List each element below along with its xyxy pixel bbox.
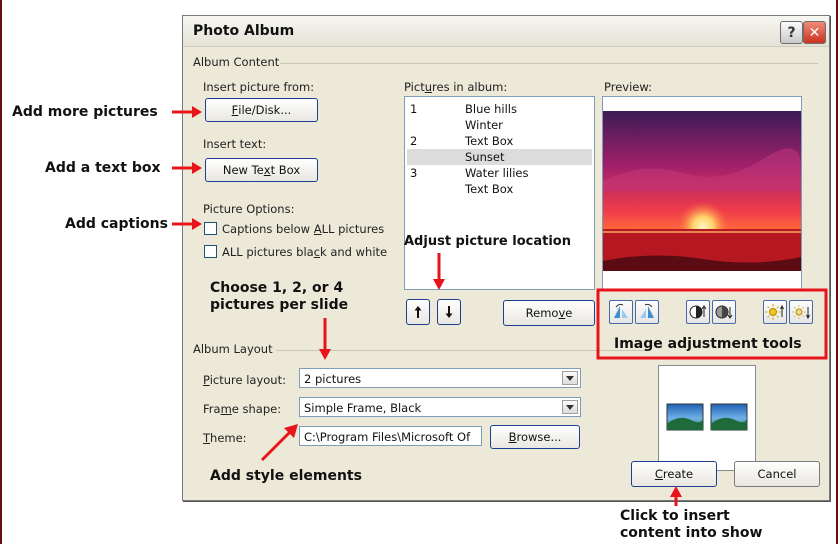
photo-album-dialog: Photo Album ? ✕ Album Content Insert pic… — [182, 15, 830, 501]
brightness-up-button[interactable] — [763, 300, 787, 324]
cancel-button[interactable]: Cancel — [734, 461, 820, 487]
album-content-divider — [280, 63, 818, 64]
brightness-down-button[interactable] — [789, 300, 813, 324]
theme-path-input[interactable]: C:\Program Files\Microsoft Of — [299, 426, 482, 446]
brightness-down-icon — [792, 305, 810, 320]
picture-options-label: Picture Options: — [203, 202, 295, 216]
annotation-add-more-pictures: Add more pictures — [12, 104, 158, 120]
file-disk-button[interactable]: File/Disk... — [205, 98, 318, 122]
annotation-adjust-location: Adjust picture location — [404, 234, 571, 249]
contrast-down-button[interactable] — [712, 300, 736, 324]
contrast-down-icon — [715, 305, 733, 319]
move-down-button[interactable] — [437, 299, 461, 325]
annotation-image-tools: Image adjustment tools — [614, 336, 802, 352]
picture-layout-label: Picture layout: — [203, 373, 286, 387]
close-button[interactable]: ✕ — [803, 21, 826, 44]
annotation-add-text-box: Add a text box — [45, 160, 161, 176]
browse-button[interactable]: Browse... — [490, 425, 580, 449]
arrow-up-icon — [414, 306, 422, 318]
frame-shape-select[interactable]: Simple Frame, Black — [299, 397, 581, 417]
move-up-button[interactable] — [406, 299, 430, 325]
picture-layout-select[interactable]: 2 pictures — [299, 368, 581, 388]
annotation-choose-layout: Choose 1, 2, or 4 pictures per slide — [210, 280, 349, 313]
annotation-add-style-elements: Add style elements — [210, 468, 362, 484]
annotation-click-to-insert: Click to insert content into show — [620, 508, 763, 541]
pictures-list[interactable]: 1 Blue hills Winter 2 Text Box Sunset 3 Wat… — [404, 96, 595, 290]
captions-checkbox[interactable] — [204, 222, 217, 235]
black-white-checkbox[interactable] — [204, 245, 217, 258]
list-item[interactable]: 1 Blue hills — [407, 101, 592, 117]
help-button[interactable]: ? — [780, 21, 803, 44]
chevron-down-icon[interactable] — [562, 371, 578, 385]
frame-edge-left — [0, 0, 2, 544]
list-item[interactable]: 3 Water lilies — [407, 165, 592, 181]
preview-label: Preview: — [604, 80, 653, 94]
help-icon: ? — [787, 24, 796, 41]
insert-picture-label: Insert picture from: — [203, 80, 315, 94]
preview-box — [602, 96, 802, 290]
pictures-in-album-label: Pictures in album: — [404, 80, 508, 94]
remove-button[interactable]: Remo v e — [503, 300, 595, 326]
contrast-up-icon — [689, 305, 707, 319]
rotate-right-button[interactable] — [635, 300, 659, 324]
annotation-add-captions: Add captions — [65, 216, 168, 232]
two-picture-layout-thumbnail — [666, 403, 748, 431]
sunset-preview-image — [603, 111, 801, 271]
list-item[interactable]: Winter — [407, 117, 592, 133]
album-layout-group-label: Album Layout — [193, 342, 273, 356]
album-layout-divider — [276, 350, 646, 351]
album-content-group-label: Album Content — [193, 55, 280, 69]
rotate-left-icon — [614, 303, 628, 318]
list-item[interactable]: 2 Text Box — [407, 133, 592, 149]
new-text-box-button[interactable]: New Te x t Box — [205, 158, 318, 182]
arrow-down-icon — [445, 306, 453, 318]
close-icon: ✕ — [808, 24, 821, 41]
rotate-right-icon — [640, 303, 654, 318]
brightness-up-icon — [765, 304, 784, 320]
black-white-option-label: ALL pictures black and white — [222, 245, 388, 259]
theme-label: Theme: — [203, 431, 247, 445]
layout-preview — [658, 365, 756, 471]
list-item[interactable]: Text Box — [407, 181, 592, 197]
title-bar: Photo Album ? ✕ — [183, 16, 829, 47]
list-item-selected[interactable]: Sunset — [407, 149, 592, 165]
create-button[interactable]: Create — [631, 461, 717, 487]
frame-shape-label: Frame shape: — [203, 402, 282, 416]
contrast-up-button[interactable] — [686, 300, 710, 324]
captions-option-label: Captions below ALL pictures — [222, 222, 385, 236]
dialog-title: Photo Album — [193, 23, 295, 39]
chevron-down-icon[interactable] — [562, 400, 578, 414]
insert-text-label: Insert text: — [203, 137, 267, 151]
rotate-left-button[interactable] — [609, 300, 633, 324]
